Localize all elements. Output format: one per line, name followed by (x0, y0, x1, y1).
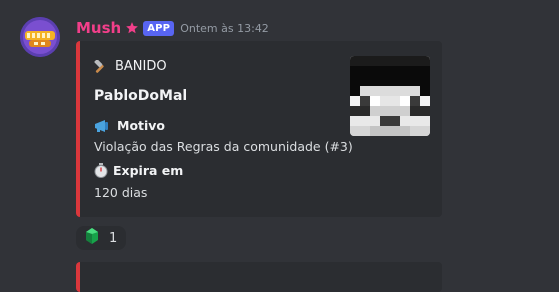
message-header: Mush APP Ontem às 13:42 (76, 17, 269, 39)
reaction-emerald[interactable]: 1 (76, 226, 126, 250)
field-motivo-name: Motivo (94, 118, 165, 133)
mush-logo-icon (20, 17, 60, 57)
field-expira-value: 120 dias (94, 185, 148, 200)
next-embed (76, 262, 442, 292)
embed-title: PabloDoMal (94, 88, 188, 104)
reaction-count: 1 (109, 230, 118, 246)
megaphone-icon (94, 119, 112, 133)
username[interactable]: Mush (76, 19, 121, 37)
field-motivo-value: Violação das Regras da comunidade (#3) (94, 139, 353, 154)
player-skin-head[interactable] (350, 56, 430, 136)
field-expira-label: Expira em (113, 163, 184, 178)
field-motivo-label: Motivo (117, 118, 166, 133)
star-icon (125, 21, 139, 35)
embed-author-text: BANIDO (115, 59, 167, 74)
ban-embed: BANIDO PabloDoMal Motivo Violação das Re… (76, 41, 442, 217)
app-badge: APP (143, 20, 175, 36)
embed-author: BANIDO (94, 59, 167, 74)
hammer-icon (94, 59, 108, 74)
bot-avatar[interactable] (20, 17, 60, 57)
field-expira-name: Expira em (94, 163, 183, 178)
timestamp[interactable]: Ontem às 13:42 (180, 22, 269, 35)
stopwatch-icon (94, 163, 108, 178)
emerald-icon (85, 228, 99, 248)
